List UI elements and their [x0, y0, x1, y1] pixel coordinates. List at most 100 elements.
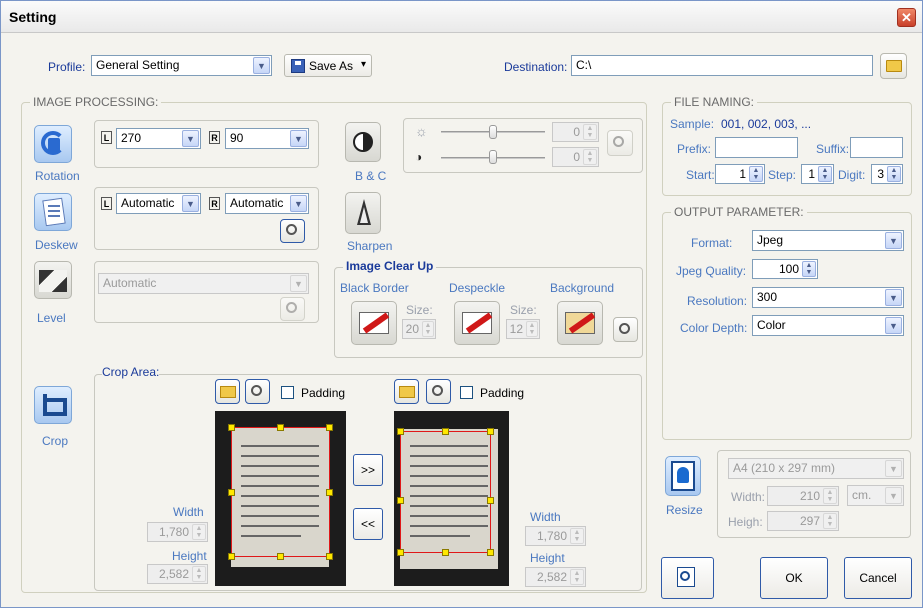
crop-right-height-spinner[interactable]: 2,582 ▲ ▼ [525, 567, 586, 587]
crop-right-open-button[interactable] [394, 379, 419, 404]
paper-size-dropdown[interactable]: A4 (210 x 297 mm) ▼ [728, 458, 904, 479]
deskew-left-dropdown[interactable]: Automatic ▼ [116, 193, 201, 214]
crop-button[interactable] [34, 386, 72, 424]
crop-handle[interactable] [442, 428, 449, 435]
crop-left-height-spinner[interactable]: 2,582 ▲ ▼ [147, 564, 208, 584]
level-dropdown[interactable]: Automatic ▼ [98, 273, 309, 294]
rotation-right-dropdown[interactable]: 90 ▼ [225, 128, 309, 149]
deskew-icon [42, 197, 66, 227]
step-spinner[interactable]: 1 ▲ ▼ [801, 164, 834, 184]
despeckle-size-spinner[interactable]: 12 ▲ ▼ [506, 319, 540, 339]
resize-height-spinner[interactable]: 297 ▲ ▼ [767, 511, 839, 531]
contrast-spinner[interactable]: 0 ▲ ▼ [552, 147, 599, 167]
crop-handle[interactable] [487, 497, 494, 504]
unit-dropdown[interactable]: cm. ▼ [847, 485, 904, 506]
resolution-value: 300 [757, 290, 778, 304]
crop-handle[interactable] [228, 553, 235, 560]
prefix-field[interactable] [715, 137, 798, 158]
jpeg-quality-spinner[interactable]: 100 ▲ ▼ [752, 259, 818, 279]
crop-right-width-spinner[interactable]: 1,780 ▲ ▼ [525, 526, 586, 546]
rotation-button[interactable] [34, 125, 72, 163]
crop-handle[interactable] [326, 489, 333, 496]
digit-spinner[interactable]: 3 ▲ ▼ [871, 164, 903, 184]
deskew-preview-button[interactable] [280, 219, 305, 243]
profile-dropdown[interactable]: General Setting ▼ [91, 55, 272, 76]
crop-left-zoom-button[interactable] [245, 379, 270, 404]
suffix-field[interactable] [850, 137, 903, 158]
save-as-button[interactable]: Save As ▾ [284, 54, 372, 77]
crop-left-open-button[interactable] [215, 379, 240, 404]
step-label: Step: [768, 168, 797, 182]
crop-left-preview[interactable] [215, 411, 346, 586]
deskew-right-dropdown[interactable]: Automatic ▼ [225, 193, 309, 214]
deskew-label: Deskew [35, 238, 78, 252]
chevron-down-icon: ▼ [885, 460, 902, 477]
contrast-slider-thumb[interactable] [489, 150, 497, 164]
crop-handle[interactable] [277, 424, 284, 431]
crop-rectangle[interactable] [400, 431, 491, 553]
format-dropdown[interactable]: Jpeg ▼ [752, 230, 904, 251]
crop-handle[interactable] [326, 553, 333, 560]
despeckle-button[interactable] [454, 301, 500, 345]
start-spinner[interactable]: 1 ▲ ▼ [715, 164, 765, 184]
magnifier-icon [251, 385, 262, 396]
copy-right-button[interactable]: >> [353, 454, 383, 486]
crop-handle[interactable] [442, 549, 449, 556]
sharpen-button[interactable] [345, 192, 381, 234]
format-value: Jpeg [757, 233, 784, 247]
brightness-contrast-button[interactable] [345, 122, 381, 162]
crop-handle[interactable] [277, 553, 284, 560]
browse-destination-button[interactable] [880, 53, 907, 79]
rotation-left-dropdown[interactable]: 270 ▼ [116, 128, 201, 149]
bc-preview-button[interactable] [607, 130, 633, 156]
background-button[interactable] [557, 301, 603, 345]
crop-left-width-value: 1,780 [158, 525, 189, 539]
crop-handle[interactable] [397, 549, 404, 556]
crop-handle[interactable] [487, 549, 494, 556]
resize-width-spinner[interactable]: 210 ▲ ▼ [767, 486, 839, 506]
crop-handle[interactable] [397, 428, 404, 435]
color-depth-dropdown[interactable]: Color ▼ [752, 315, 904, 336]
level-button[interactable] [34, 261, 72, 299]
copy-left-button[interactable]: << [353, 508, 383, 540]
crop-left-padding-checkbox[interactable] [281, 386, 294, 399]
jpeg-quality-label: Jpeg Quality: [676, 264, 747, 278]
black-border-size-value: 20 [405, 322, 419, 336]
chevron-down-icon: ▼ [885, 487, 902, 504]
crop-right-padding-checkbox[interactable] [460, 386, 473, 399]
clear-up-preview-button[interactable] [613, 317, 638, 342]
paper-size-value: A4 (210 x 297 mm) [733, 461, 836, 475]
resize-button[interactable] [665, 456, 701, 496]
resolution-dropdown[interactable]: 300 ▼ [752, 287, 904, 308]
crop-right-preview[interactable] [394, 411, 509, 586]
crop-right-zoom-button[interactable] [426, 379, 451, 404]
right-badge: R [209, 131, 220, 144]
right-badge: R [209, 197, 220, 210]
settings-window: Setting ✕ Profile: General Setting ▼ Sav… [0, 0, 923, 608]
brightness-spinner[interactable]: 0 ▲ ▼ [552, 122, 599, 142]
crop-handle[interactable] [228, 489, 235, 496]
deskew-button[interactable] [34, 193, 72, 231]
black-border-button[interactable] [351, 301, 397, 345]
crop-left-height-value: 2,582 [158, 567, 189, 581]
spin-arrows-icon: ▲ ▼ [887, 166, 901, 182]
crop-handle[interactable] [397, 497, 404, 504]
destination-field[interactable]: C:\ [571, 55, 873, 76]
crop-handle[interactable] [228, 424, 235, 431]
crop-handle[interactable] [326, 424, 333, 431]
prefix-label: Prefix: [677, 142, 712, 156]
ok-button[interactable]: OK [760, 557, 828, 599]
preview-button[interactable] [661, 557, 714, 599]
crop-handle[interactable] [487, 428, 494, 435]
cancel-button[interactable]: Cancel [844, 557, 912, 599]
crop-left-width-spinner[interactable]: 1,780 ▲ ▼ [147, 522, 208, 542]
bc-label: B & C [355, 169, 387, 183]
black-border-label: Black Border [340, 281, 409, 295]
crop-rectangle[interactable] [231, 427, 330, 557]
brightness-slider-thumb[interactable] [489, 125, 497, 139]
close-button[interactable]: ✕ [897, 8, 916, 27]
sample-value: 001, 002, 003, ... [721, 117, 812, 131]
rotation-left-value: 270 [121, 131, 142, 145]
black-border-size-spinner[interactable]: 20 ▲ ▼ [402, 319, 436, 339]
level-preview-button[interactable] [280, 297, 305, 321]
